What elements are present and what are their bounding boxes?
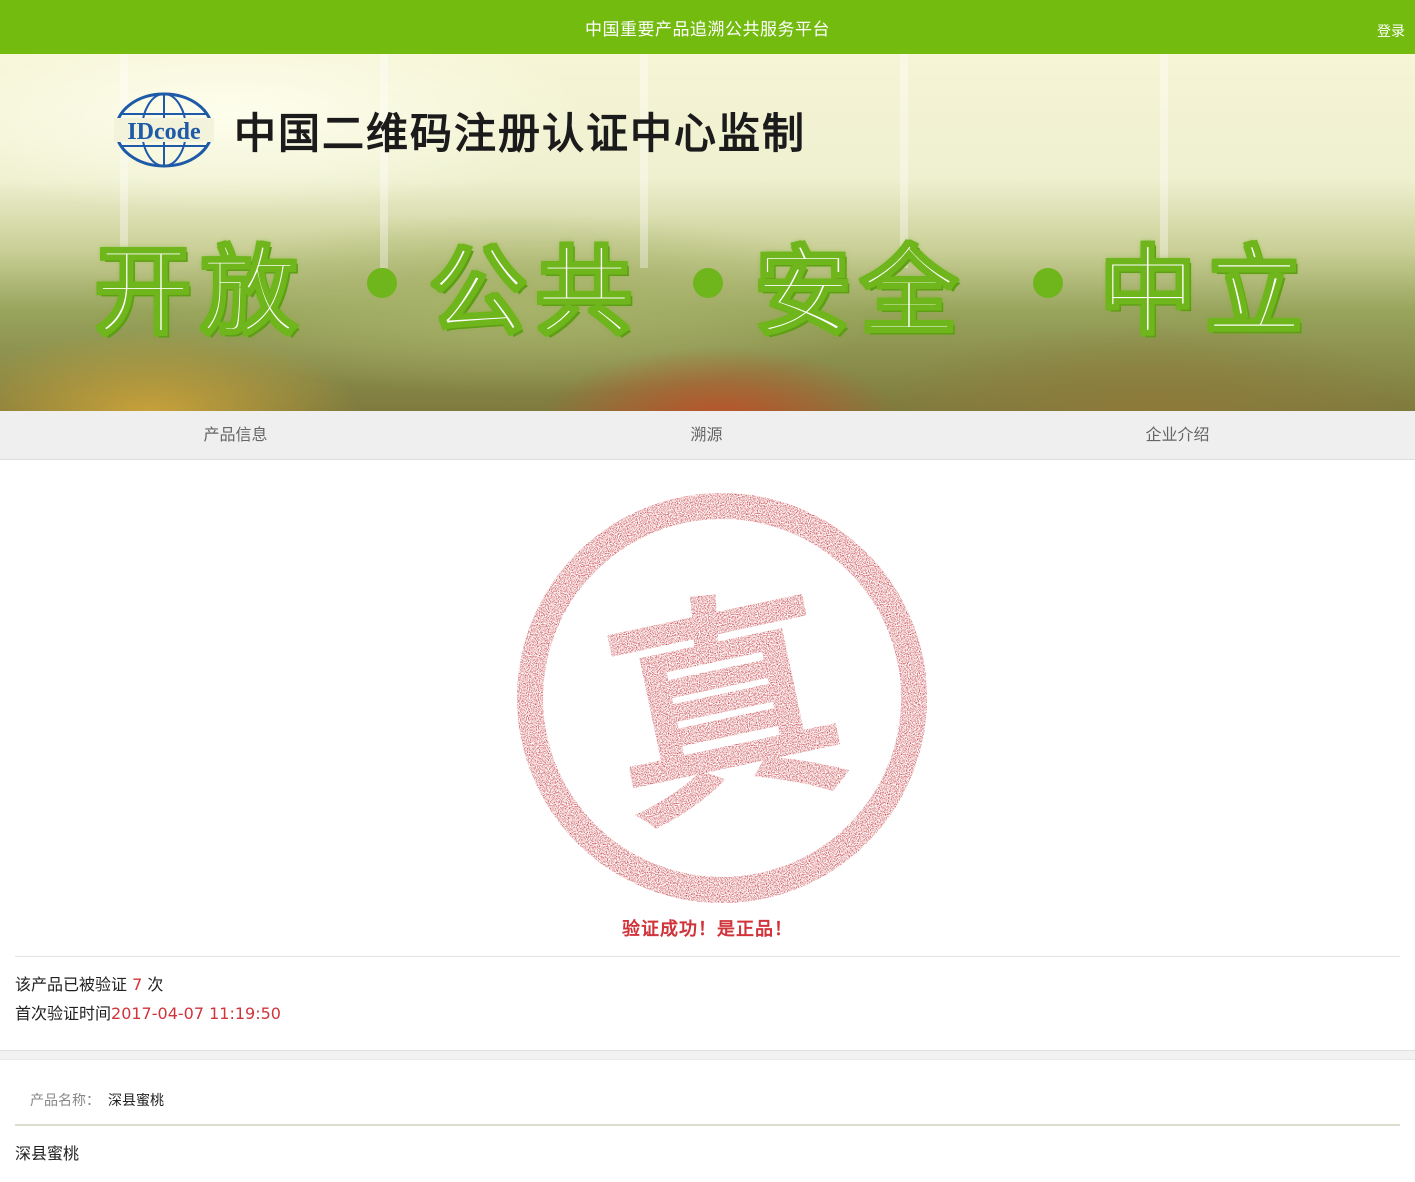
first-time-label: 首次验证时间 [15,1004,112,1023]
tab-product-info[interactable]: 产品信息 [0,411,471,459]
first-verification-time: 首次验证时间2017-04-07 11:19:50 [15,1000,281,1024]
svg-text:真: 真 [584,554,865,866]
platform-title: 中国重要产品追溯公共服务平台 [585,20,830,40]
slogan-dot [367,268,397,298]
verification-count-label: 该产品已被验证 [15,975,128,994]
slogan-word-3: 安全 [754,234,967,350]
tab-company-intro[interactable]: 企业介绍 [942,411,1413,459]
section-separator [0,1050,1415,1060]
divider [15,1124,1400,1126]
divider [15,956,1400,957]
slogan-word-2: 公共 [429,234,642,350]
slogan-word-1: 开放 [94,234,307,350]
slogan-dot [693,268,723,298]
verification-count-suffix: 次 [147,975,164,994]
authentic-stamp: 真 [517,493,927,903]
slogan-word-4: 中立 [1099,234,1312,350]
product-name-label: 产品名称： [30,1093,100,1109]
banner-headline: 中国二维码注册认证中心监制 [234,109,807,158]
tab-traceability[interactable]: 溯源 [471,411,942,459]
product-name-row: 产品名称： 深县蜜桃 [30,1090,164,1110]
verification-count-value: 7 [132,975,143,994]
verification-count: 该产品已被验证 7 次 [15,971,163,995]
product-description: 深县蜜桃 [15,1144,80,1163]
svg-text:IDcode: IDcode [127,119,201,145]
login-link[interactable]: 登录 [1377,21,1405,41]
banner-slogan: 开放 公共 安全 中立 [94,214,1335,354]
top-bar: 中国重要产品追溯公共服务平台 登录 [0,0,1415,54]
idcode-logo: IDcode [114,92,214,168]
product-name-value: 深县蜜桃 [108,1093,164,1109]
verification-success-text: 验证成功！是正品！ [622,919,793,940]
header-banner: IDcode 中国二维码注册认证中心监制 开放 公共 安全 中立 [0,54,1415,411]
slogan-dot [1033,268,1063,298]
first-time-value: 2017-04-07 11:19:50 [111,1004,281,1023]
nav-tabs: 产品信息 溯源 企业介绍 [0,411,1415,460]
